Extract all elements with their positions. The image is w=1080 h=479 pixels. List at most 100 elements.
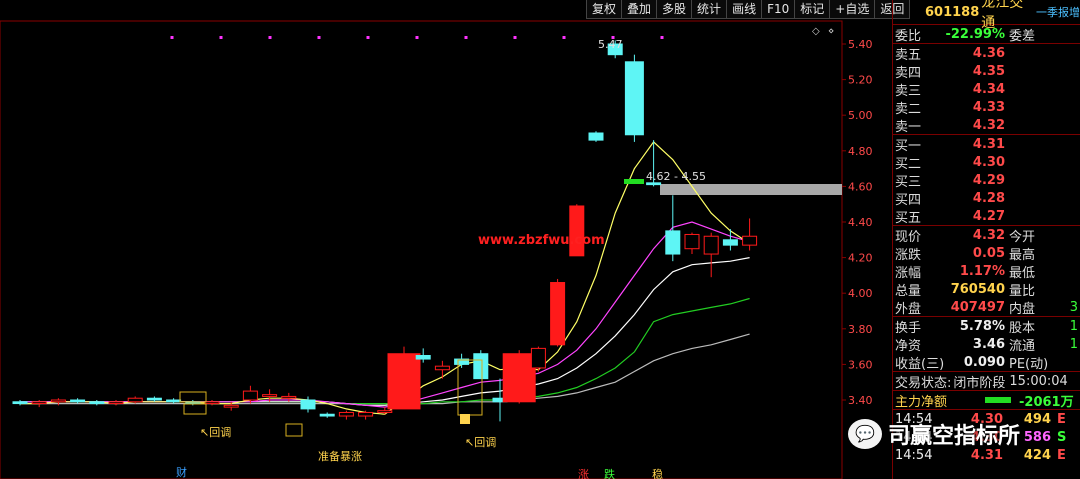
stats2-label: 净资 bbox=[895, 338, 922, 354]
stats-value: 760540 bbox=[950, 281, 1005, 297]
candle-body bbox=[703, 235, 719, 255]
sell-label: 卖二 bbox=[895, 101, 922, 117]
y-tick-label: 4.80 bbox=[848, 145, 873, 158]
option-icon: ⋄ bbox=[828, 26, 834, 37]
multi-stock-button[interactable]: 多股 bbox=[656, 0, 693, 19]
zhang-label: 涨 bbox=[578, 468, 589, 479]
buy-price: 4.31 bbox=[972, 136, 1005, 152]
sell-row: 卖三 4.34 bbox=[893, 80, 1080, 99]
ma4-line bbox=[20, 297, 750, 405]
buy-label: 买二 bbox=[895, 156, 922, 172]
signal-dot bbox=[317, 36, 321, 39]
candle-body bbox=[50, 399, 66, 403]
watermark-text: 司赢空指标所 bbox=[888, 424, 1021, 449]
stats-value: 1.17% bbox=[959, 263, 1005, 279]
y-tick-label: 4.40 bbox=[848, 216, 873, 229]
ma3-line bbox=[20, 257, 750, 406]
main-flow-value: -2061万 bbox=[1019, 394, 1074, 410]
f10-button[interactable]: F10 bbox=[761, 0, 796, 19]
stats2-label2: 股本 bbox=[1009, 320, 1036, 336]
draw-line-button[interactable]: 画线 bbox=[726, 0, 763, 19]
signal-dot bbox=[513, 36, 517, 39]
candle-body bbox=[70, 399, 86, 403]
stats-row: 涨跌 0.05 最高 bbox=[893, 244, 1080, 263]
signal-dot bbox=[268, 36, 272, 39]
stats-label2: 量比 bbox=[1009, 283, 1036, 299]
wechat-icon: 💬 bbox=[848, 419, 882, 449]
candle-body bbox=[742, 235, 758, 246]
stats-button[interactable]: 统计 bbox=[691, 0, 728, 19]
diamond-icon: ◇ bbox=[812, 26, 820, 37]
stats2-tail: 1 bbox=[1069, 336, 1078, 352]
trade-status-row: 交易状态: 闭市阶段 15:00:04 bbox=[893, 372, 1080, 391]
support-marker bbox=[624, 179, 644, 184]
buy-row: 买五 4.27 bbox=[893, 207, 1080, 226]
pullback-label-2: ↖回调 bbox=[465, 436, 496, 449]
signal-box bbox=[285, 423, 303, 437]
stats-label: 总量 bbox=[895, 283, 922, 299]
stats2-row: 换手 5.78% 股本 1 bbox=[893, 317, 1080, 336]
y-tick-label: 5.20 bbox=[848, 74, 873, 87]
candle-body bbox=[166, 399, 182, 403]
signal-dot bbox=[219, 36, 223, 39]
candle-body bbox=[242, 390, 258, 401]
kline-chart[interactable]: 5.40 5.20 5.00 4.80 4.60 4.40 4.20 4.00 3.80 3.60… bbox=[0, 0, 892, 479]
y-tick-label: 4.00 bbox=[848, 287, 873, 300]
buy-row: 买一 4.31 bbox=[893, 135, 1080, 154]
candle-body bbox=[89, 401, 105, 405]
weibi-label: 委比 bbox=[895, 28, 922, 44]
ma5-line bbox=[20, 333, 750, 405]
sell-price: 4.36 bbox=[972, 45, 1005, 61]
tick-flag: E bbox=[1057, 447, 1066, 463]
signal-dot bbox=[170, 36, 174, 39]
buy-label: 买三 bbox=[895, 174, 922, 190]
candle-body bbox=[204, 401, 220, 405]
candle-body bbox=[262, 394, 278, 397]
stats2-label: 换手 bbox=[895, 320, 922, 336]
candle-body bbox=[31, 401, 47, 405]
signal-dot bbox=[562, 36, 566, 39]
sell-price: 4.34 bbox=[972, 81, 1005, 97]
trade-status-time: 15:00:04 bbox=[1009, 373, 1068, 389]
fuquan-button[interactable]: 复权 bbox=[586, 0, 623, 19]
weibi-row: 委比 -22.99% 委差 bbox=[893, 25, 1080, 44]
stats-row: 涨幅 1.17% 最低 bbox=[893, 262, 1080, 281]
candle-body bbox=[646, 182, 662, 186]
wechat-watermark: 💬 司赢空指标所 bbox=[848, 414, 1020, 454]
buy-row: 买四 4.28 bbox=[893, 189, 1080, 208]
candle-body bbox=[530, 347, 546, 369]
candle-body bbox=[146, 397, 162, 401]
y-tick-label: 5.00 bbox=[848, 109, 873, 122]
overlay-button[interactable]: 叠加 bbox=[621, 0, 658, 19]
wen-label: 稳 bbox=[652, 467, 663, 479]
weibi-value: -22.99% bbox=[945, 26, 1005, 42]
stats-label2: 内盘 bbox=[1009, 301, 1036, 317]
y-tick-label: 3.60 bbox=[848, 358, 873, 371]
sell-row: 卖一 4.32 bbox=[893, 116, 1080, 135]
prepare-label: 准备暴涨 bbox=[318, 449, 362, 463]
die-label: 跌 bbox=[604, 467, 615, 479]
sell-row: 卖五 4.36 bbox=[893, 44, 1080, 63]
add-watchlist-button[interactable]: +自选 bbox=[829, 0, 876, 19]
y-tick-label: 3.80 bbox=[848, 323, 873, 336]
signal-box bbox=[183, 403, 207, 415]
mark-button[interactable]: 标记 bbox=[794, 0, 831, 19]
stats2-value: 0.090 bbox=[963, 354, 1005, 370]
stats2-block: 换手 5.78% 股本 1 净资 3.46 流通 1 收益(三) 0.090 PE(动) bbox=[893, 317, 1080, 372]
candle-body bbox=[319, 413, 335, 417]
sell-price: 4.32 bbox=[972, 117, 1005, 133]
stats-label: 涨跌 bbox=[895, 247, 922, 263]
stats-row: 总量 760540 量比 bbox=[893, 280, 1080, 299]
buy-label: 买四 bbox=[895, 192, 922, 208]
signal-dot bbox=[464, 36, 468, 39]
stats2-label: 收益(三) bbox=[895, 356, 945, 372]
cai-label: 财 bbox=[176, 465, 187, 479]
stats2-label2: PE(动) bbox=[1009, 356, 1049, 372]
stats-tail: 3 bbox=[1069, 299, 1078, 315]
stats2-row: 净资 3.46 流通 1 bbox=[893, 335, 1080, 354]
stats-label2: 最高 bbox=[1009, 247, 1036, 263]
stats-label: 外盘 bbox=[895, 301, 922, 317]
candle-body bbox=[684, 233, 700, 250]
range-label: 4.62 - 4.55 bbox=[646, 170, 706, 183]
trade-status-label: 交易状态: bbox=[895, 375, 952, 391]
